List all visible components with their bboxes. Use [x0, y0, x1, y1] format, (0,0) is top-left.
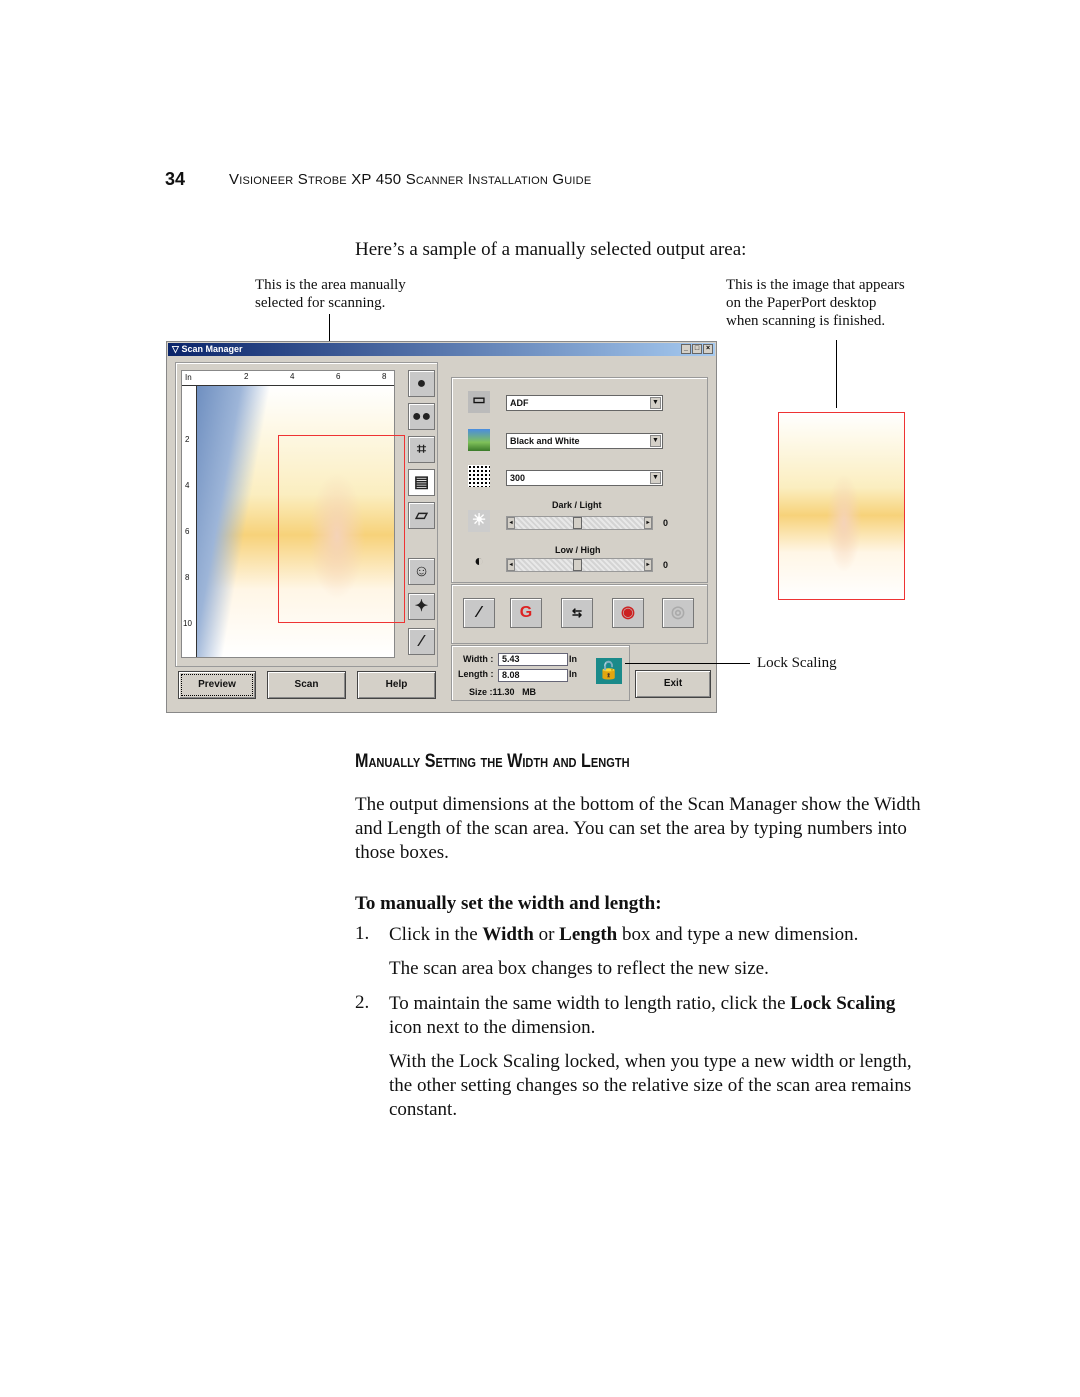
step-1: Click in the Width or Length box and typ…	[389, 924, 859, 945]
step-2-note: With the Lock Scaling locked, when you t…	[389, 1051, 912, 1120]
section-heading: Manually Setting the Width and Length	[355, 751, 630, 772]
brightness-icon: ☀	[468, 510, 490, 532]
ruler-top: In 2 4 6 8	[182, 371, 394, 386]
lock-scaling-callout: Lock Scaling	[757, 655, 837, 671]
maximize-button[interactable]: □	[692, 344, 702, 354]
running-header: Visioneer Strobe XP 450 Scanner Installa…	[229, 171, 592, 188]
preview-button[interactable]: Preview	[178, 671, 256, 699]
brightness-label: Dark / Light	[552, 500, 602, 510]
help-button[interactable]: Help	[357, 671, 436, 699]
chevron-down-icon: ▼	[650, 397, 661, 409]
procedure-title: To manually set the width and length:	[355, 893, 662, 914]
width-input[interactable]: 5.43	[498, 653, 568, 666]
slider-thumb[interactable]	[573, 559, 582, 571]
brightness-slider[interactable]: ◂ ▸	[506, 516, 653, 530]
eyedropper-icon[interactable]: ⁄	[408, 628, 435, 655]
chevron-down-icon: ▼	[650, 435, 661, 447]
scan-area-selection[interactable]	[278, 435, 405, 623]
step-2: To maintain the same width to length rat…	[389, 993, 896, 1038]
exit-button[interactable]: Exit	[635, 670, 711, 698]
callout-left: This is the area manually selected for sc…	[255, 277, 406, 311]
eyedropper-pair-icon[interactable]: ⁄	[463, 598, 495, 628]
ruler-left: 2 4 6 8 10	[182, 386, 197, 657]
step-1-note: The scan area box changes to reflect the…	[389, 958, 769, 979]
chevron-down-icon: ▼	[650, 472, 661, 484]
figure-caption: Here’s a sample of a manually selected o…	[355, 239, 747, 260]
hue-saturation-icon[interactable]: ◉	[612, 598, 644, 628]
contrast-label: Low / High	[555, 545, 601, 555]
scan-manager-window: ▽ Scan Manager _ □ × In 2 4 6 8 2 4 6 8 10…	[166, 341, 717, 713]
contrast-icon: ◐	[474, 553, 484, 570]
callout-line	[625, 663, 750, 664]
color-photo-icon	[468, 429, 490, 451]
app-logo-icon: ▽	[172, 344, 179, 354]
descreen-icon[interactable]: ◎	[662, 598, 694, 628]
title-bar: ▽ Scan Manager _ □ ×	[168, 343, 715, 356]
person-icon[interactable]: ●	[408, 370, 435, 397]
faces-icon[interactable]: ☺	[408, 558, 435, 585]
slider-thumb[interactable]	[573, 517, 582, 529]
intro-paragraph: The output dimensions at the bottom of t…	[355, 794, 921, 863]
scan-button[interactable]: Scan	[267, 671, 346, 699]
two-people-icon[interactable]: ●●	[408, 403, 435, 430]
scanned-image-thumbnail	[778, 412, 905, 600]
size-readout: Size :11.30 MB	[469, 687, 537, 697]
crop-icon[interactable]: ⌗	[408, 436, 435, 463]
length-input[interactable]: 8.08	[498, 669, 568, 682]
source-select[interactable]: ADF ▼	[506, 395, 663, 411]
gamma-curve-icon[interactable]: G	[510, 598, 542, 628]
preview-area[interactable]: In 2 4 6 8 2 4 6 8 10	[181, 370, 405, 658]
contrast-value: 0	[663, 560, 669, 570]
page-size-icon[interactable]: ▤	[408, 469, 435, 496]
step-number: 2.	[355, 992, 370, 1013]
ruler-icon[interactable]: ▱	[408, 502, 435, 529]
minimize-button[interactable]: _	[681, 344, 691, 354]
brightness-value: 0	[663, 518, 669, 528]
callout-right: This is the image that appears on the Pap…	[726, 277, 905, 329]
color-fix-icon[interactable]: ✦	[408, 593, 435, 620]
cmyk-rgb-balance-icon[interactable]: ⇆	[561, 598, 593, 628]
resolution-select[interactable]: 300 ▼	[506, 470, 663, 486]
halftone-icon	[468, 465, 490, 487]
scanner-icon: ▭	[468, 391, 490, 413]
lock-scaling-icon[interactable]: 🔓	[596, 658, 622, 684]
callout-line	[836, 340, 837, 408]
page-number: 34	[165, 169, 186, 189]
close-button[interactable]: ×	[703, 344, 713, 354]
mode-select[interactable]: Black and White ▼	[506, 433, 663, 449]
contrast-slider[interactable]: ◂ ▸	[506, 558, 653, 572]
step-number: 1.	[355, 923, 370, 944]
window-title: Scan Manager	[181, 344, 243, 354]
